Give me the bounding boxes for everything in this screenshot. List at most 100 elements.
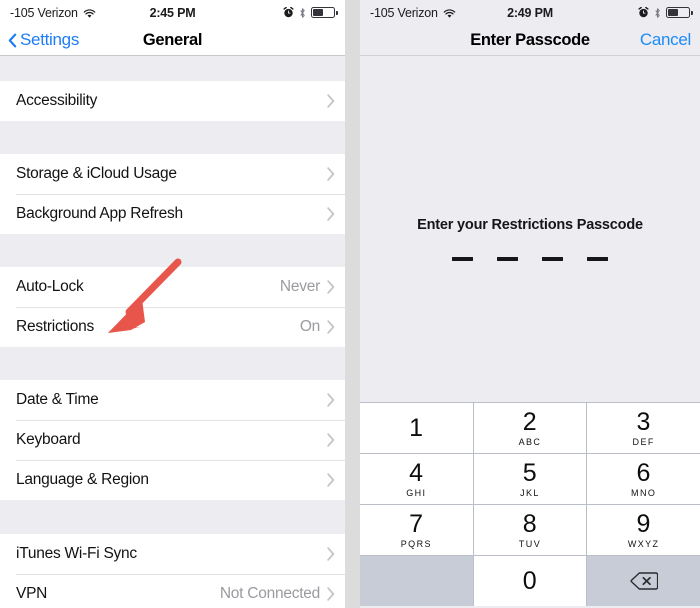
settings-row-itunes-wifi-sync[interactable]: iTunes Wi-Fi Sync [0,534,345,574]
passcode-slot [497,257,518,261]
chevron-right-icon [327,587,335,601]
settings-group-4: Date & Time Keyboard Language & Region [0,380,345,500]
key-letters: ABC [518,436,542,447]
keypad-key-1[interactable]: 1 [360,403,473,453]
keypad-key-blank [360,556,473,606]
row-label: Date & Time [16,391,99,408]
settings-row-vpn[interactable]: VPN Not Connected [0,574,345,608]
settings-group-1: Accessibility [0,81,345,121]
table-gap [0,347,345,380]
key-letters: MNO [631,487,657,498]
keypad-key-6[interactable]: 6 MNO [587,454,700,504]
key-letters: TUV [518,538,542,549]
bluetooth-icon [299,7,306,19]
settings-group-2: Storage & iCloud Usage Background App Re… [0,154,345,234]
status-bar-right [638,6,693,19]
chevron-right-icon [327,473,335,487]
table-gap [0,56,345,81]
keypad-key-5[interactable]: 5 JKL [473,454,587,504]
carrier-label: -105 Verizon [370,5,438,20]
row-value: Never [279,278,320,295]
key-number: 6 [636,458,651,487]
left-nav-bar: Settings General [0,25,345,56]
right-phone-screen: -105 Verizon 2:49 PM Enter Passcode Canc… [360,0,700,608]
alarm-clock-icon [283,6,294,18]
key-number: 2 [522,407,538,436]
keypad-key-9[interactable]: 9 WXYZ [587,505,700,555]
keypad-key-0[interactable]: 0 [473,556,587,606]
key-letters: GHI [406,487,427,498]
row-label: Keyboard [16,431,81,448]
settings-row-restrictions[interactable]: Restrictions On [0,307,345,347]
passcode-slot [452,257,473,261]
wifi-icon [83,8,96,18]
back-button-label: Settings [20,30,80,49]
key-number: 4 [409,458,424,487]
chevron-right-icon [327,94,335,108]
left-phone-screen: -105 Verizon 2:45 PM Settings General Ac… [0,0,345,608]
row-label: Accessibility [16,92,98,109]
settings-row-accessibility[interactable]: Accessibility [0,81,345,121]
row-label: Restrictions [16,318,94,335]
numeric-keypad[interactable]: 1 2 ABC 3 DEF 4 GHI 5 JKL 6 MNO 7 PQRS 8… [360,402,700,606]
chevron-right-icon [327,280,335,294]
row-label: Background App Refresh [16,205,183,222]
key-letters: JKL [520,487,540,498]
passcode-slot [542,257,563,261]
cancel-button[interactable]: Cancel [640,30,700,50]
key-letters: DEF [632,436,655,447]
carrier-label: -105 Verizon [10,5,78,20]
status-bar-right [283,6,338,19]
settings-row-storage-icloud-usage[interactable]: Storage & iCloud Usage [0,154,345,194]
right-nav-bar: Enter Passcode Cancel [360,25,700,56]
chevron-right-icon [327,167,335,181]
keypad-key-delete[interactable] [587,556,700,606]
row-label: Auto-Lock [16,278,84,295]
battery-icon [666,7,693,18]
row-label: Storage & iCloud Usage [16,165,177,182]
keypad-key-4[interactable]: 4 GHI [360,454,473,504]
back-to-settings-button[interactable]: Settings [0,30,79,50]
bluetooth-icon [654,7,661,19]
battery-icon [311,7,338,18]
key-number: 9 [636,509,651,538]
delete-backward-icon [630,571,658,591]
dual-screenshot-container: -105 Verizon 2:45 PM Settings General Ac… [0,0,700,608]
row-label: iTunes Wi-Fi Sync [16,545,137,562]
table-gap [0,121,345,154]
table-gap [0,500,345,534]
settings-row-auto-lock[interactable]: Auto-Lock Never [0,267,345,307]
status-bar-left: -105 Verizon [370,6,638,20]
passcode-body: Enter your Restrictions Passcode 1 2 ABC… [360,56,700,608]
key-letters: PQRS [400,538,432,549]
key-number: 0 [522,566,538,595]
status-bar-left: -105 Verizon [10,6,283,20]
battery-fill [313,9,323,16]
row-label: VPN [16,585,48,602]
settings-row-background-app-refresh[interactable]: Background App Refresh [0,194,345,234]
passcode-field[interactable] [360,257,700,261]
key-number: 1 [409,413,424,442]
passcode-slot [587,257,608,261]
settings-group-5: iTunes Wi-Fi Sync VPN Not Connected [0,534,345,608]
settings-group-3: Auto-Lock Never Restrictions On [0,267,345,347]
keypad-key-8[interactable]: 8 TUV [473,505,587,555]
passcode-prompt: Enter your Restrictions Passcode [417,217,643,233]
key-number: 8 [522,509,538,538]
chevron-right-icon [327,207,335,221]
alarm-clock-icon [638,6,649,18]
key-number: 3 [636,407,651,436]
key-number: 5 [522,458,538,487]
row-label: Language & Region [16,471,149,488]
battery-fill [668,9,678,16]
settings-row-date-time[interactable]: Date & Time [0,380,345,420]
settings-row-keyboard[interactable]: Keyboard [0,420,345,460]
chevron-right-icon [327,320,335,334]
keypad-key-7[interactable]: 7 PQRS [360,505,473,555]
settings-row-language-region[interactable]: Language & Region [0,460,345,500]
keypad-key-3[interactable]: 3 DEF [587,403,700,453]
settings-table[interactable]: Accessibility Storage & iCloud Usage Bac… [0,56,345,608]
key-letters: WXYZ [627,538,660,549]
keypad-key-2[interactable]: 2 ABC [473,403,587,453]
chevron-right-icon [327,433,335,447]
